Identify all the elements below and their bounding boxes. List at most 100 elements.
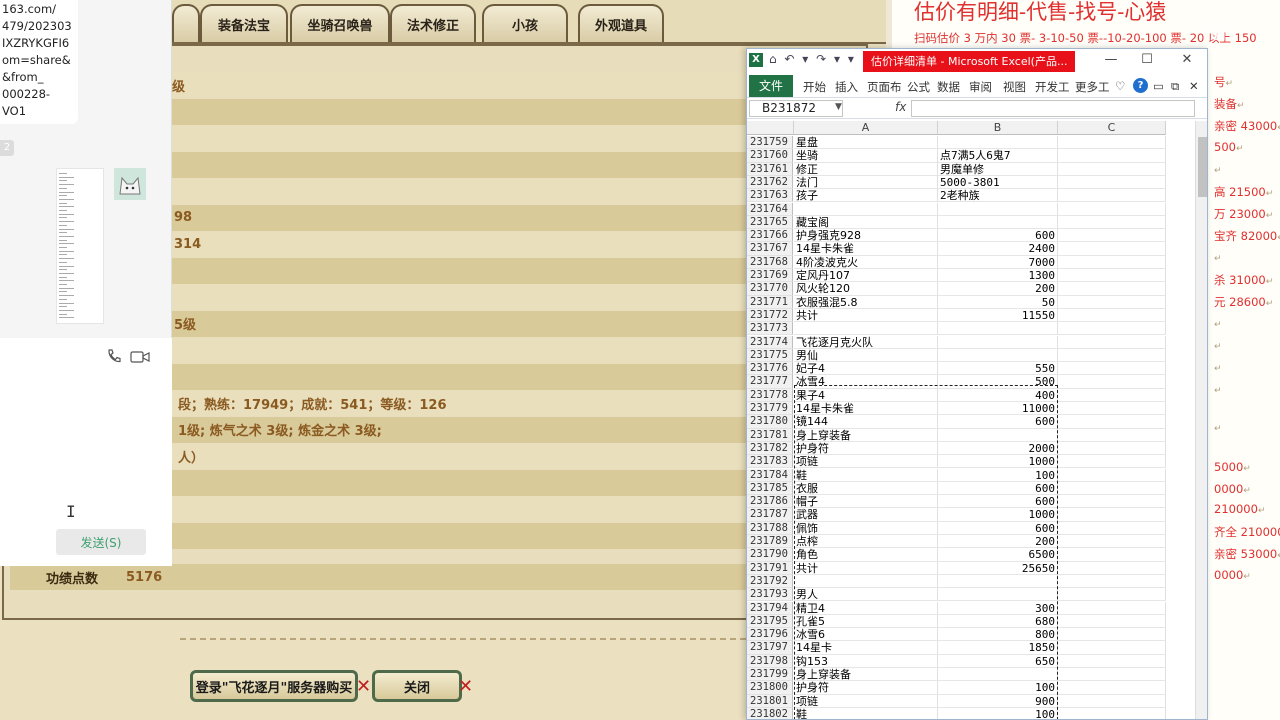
row-number[interactable]: 231760: [747, 149, 793, 163]
cell-c[interactable]: [1058, 548, 1166, 562]
ribbon-tab[interactable]: 公式: [907, 79, 930, 95]
row-number[interactable]: 231787: [747, 508, 793, 522]
cell-b[interactable]: 1300: [938, 269, 1058, 283]
row-number[interactable]: 231800: [747, 681, 793, 695]
close-x-icon[interactable]: ✕: [458, 676, 473, 697]
table-row[interactable]: 231789 点榨 200: [747, 535, 1195, 549]
row-number[interactable]: 231781: [747, 428, 793, 442]
cell-b[interactable]: [938, 668, 1058, 682]
table-row[interactable]: 231794 精卫4 300: [747, 601, 1195, 615]
tab-2[interactable]: 法术修正: [390, 4, 476, 42]
cell-c[interactable]: [1058, 255, 1166, 269]
cell-c[interactable]: [1058, 175, 1166, 190]
cell-c[interactable]: [1058, 481, 1166, 496]
ribbon-tab[interactable]: 开始: [803, 79, 826, 95]
cell-b[interactable]: 800: [938, 628, 1058, 642]
cell-a[interactable]: [794, 574, 938, 589]
function-icon[interactable]: fx: [895, 100, 906, 114]
cell-b[interactable]: 1000: [938, 508, 1058, 522]
close-x-icon[interactable]: ✕: [356, 676, 371, 697]
login-server-buy-button[interactable]: 登录"飞花逐月"服务器购买: [190, 670, 358, 702]
minimize-icon[interactable]: —: [1101, 52, 1121, 68]
cell-b[interactable]: [938, 136, 1058, 150]
ribbon-tab[interactable]: 开发工: [1035, 79, 1070, 95]
cell-c[interactable]: [1058, 348, 1166, 363]
row-number[interactable]: 231801: [747, 694, 793, 708]
table-row[interactable]: 231778 果子4 400: [747, 388, 1195, 402]
cell-b[interactable]: 200: [938, 282, 1058, 296]
table-row[interactable]: 231797 14星卡 1850: [747, 641, 1195, 655]
cell-b[interactable]: 600: [938, 415, 1058, 429]
cell-c[interactable]: [1058, 561, 1166, 575]
send-button[interactable]: 发送(S): [56, 529, 146, 555]
row-number[interactable]: 231771: [747, 295, 793, 309]
cell-c[interactable]: [1058, 308, 1166, 323]
cell-a[interactable]: 衣服强混5.8: [794, 295, 938, 309]
cell-b[interactable]: 5000-3801: [938, 175, 1058, 190]
cell-c[interactable]: [1058, 654, 1166, 668]
cell-a[interactable]: 法门: [794, 175, 938, 190]
tab-partial[interactable]: [172, 4, 200, 42]
cell-c[interactable]: [1058, 468, 1166, 482]
cell-c[interactable]: [1058, 162, 1166, 176]
row-number[interactable]: 231759: [747, 136, 793, 150]
cell-b[interactable]: 600: [938, 229, 1058, 243]
column-header[interactable]: C: [1058, 121, 1166, 135]
cell-c[interactable]: [1058, 681, 1166, 695]
cell-c[interactable]: [1058, 441, 1166, 456]
sticker-thumbnail[interactable]: [114, 168, 146, 200]
row-number[interactable]: 231786: [747, 495, 793, 509]
table-row[interactable]: 231765 藏宝阁: [747, 215, 1195, 230]
cell-c[interactable]: [1058, 269, 1166, 283]
cell-c[interactable]: [1058, 495, 1166, 509]
cell-b[interactable]: [938, 588, 1058, 602]
row-number[interactable]: 231770: [747, 282, 793, 296]
cell-b[interactable]: 550: [938, 362, 1058, 376]
cell-a[interactable]: 冰雪4: [794, 375, 938, 389]
cell-a[interactable]: 男仙: [794, 348, 938, 363]
cell-a[interactable]: [794, 202, 938, 216]
table-row[interactable]: 231787 武器 1000: [747, 508, 1195, 522]
ribbon-tab[interactable]: 更多工: [1075, 79, 1110, 95]
cell-a[interactable]: [794, 322, 938, 336]
cell-b[interactable]: [938, 202, 1058, 216]
cell-c[interactable]: [1058, 282, 1166, 296]
cell-b[interactable]: 7000: [938, 255, 1058, 269]
cell-a[interactable]: 精卫4: [794, 601, 938, 615]
cell-a[interactable]: 4阶凌波克火: [794, 255, 938, 269]
cell-b[interactable]: 2老种族: [938, 189, 1058, 203]
video-call-icon[interactable]: [130, 350, 150, 364]
cell-c[interactable]: [1058, 242, 1166, 256]
ribbon-tab[interactable]: 页面布: [867, 79, 902, 95]
cell-b[interactable]: [938, 574, 1058, 589]
cell-a[interactable]: 身上穿装备: [794, 668, 938, 682]
row-number[interactable]: 231762: [747, 175, 793, 190]
cell-b[interactable]: [938, 322, 1058, 336]
cell-b[interactable]: 1850: [938, 641, 1058, 655]
row-number[interactable]: 231802: [747, 707, 793, 719]
row-number[interactable]: 231776: [747, 362, 793, 376]
cell-a[interactable]: 护身强克928: [794, 229, 938, 243]
row-number[interactable]: 231774: [747, 335, 793, 349]
formula-input[interactable]: [911, 100, 1195, 117]
tab-3[interactable]: 小孩: [482, 4, 568, 42]
table-row[interactable]: 231776 妃子4 550: [747, 362, 1195, 376]
cell-c[interactable]: [1058, 415, 1166, 429]
table-row[interactable]: 231800 护身符 100: [747, 681, 1195, 695]
vertical-scrollbar[interactable]: [1195, 121, 1207, 719]
row-number[interactable]: 231791: [747, 561, 793, 575]
tab-1[interactable]: 坐骑召唤兽: [290, 4, 390, 42]
row-number[interactable]: 231796: [747, 628, 793, 642]
cell-a[interactable]: 护身符: [794, 441, 938, 456]
cell-c[interactable]: [1058, 707, 1166, 719]
cell-c[interactable]: [1058, 229, 1166, 243]
cell-a[interactable]: 项链: [794, 694, 938, 708]
cell-b[interactable]: [938, 348, 1058, 363]
cell-c[interactable]: [1058, 574, 1166, 589]
table-row[interactable]: 231764: [747, 202, 1195, 216]
table-row[interactable]: 231793 男人: [747, 588, 1195, 602]
close-workbook-icon[interactable]: ✕: [1189, 79, 1199, 93]
cell-b[interactable]: 25650: [938, 561, 1058, 575]
cell-c[interactable]: [1058, 136, 1166, 150]
cell-b[interactable]: [938, 428, 1058, 442]
